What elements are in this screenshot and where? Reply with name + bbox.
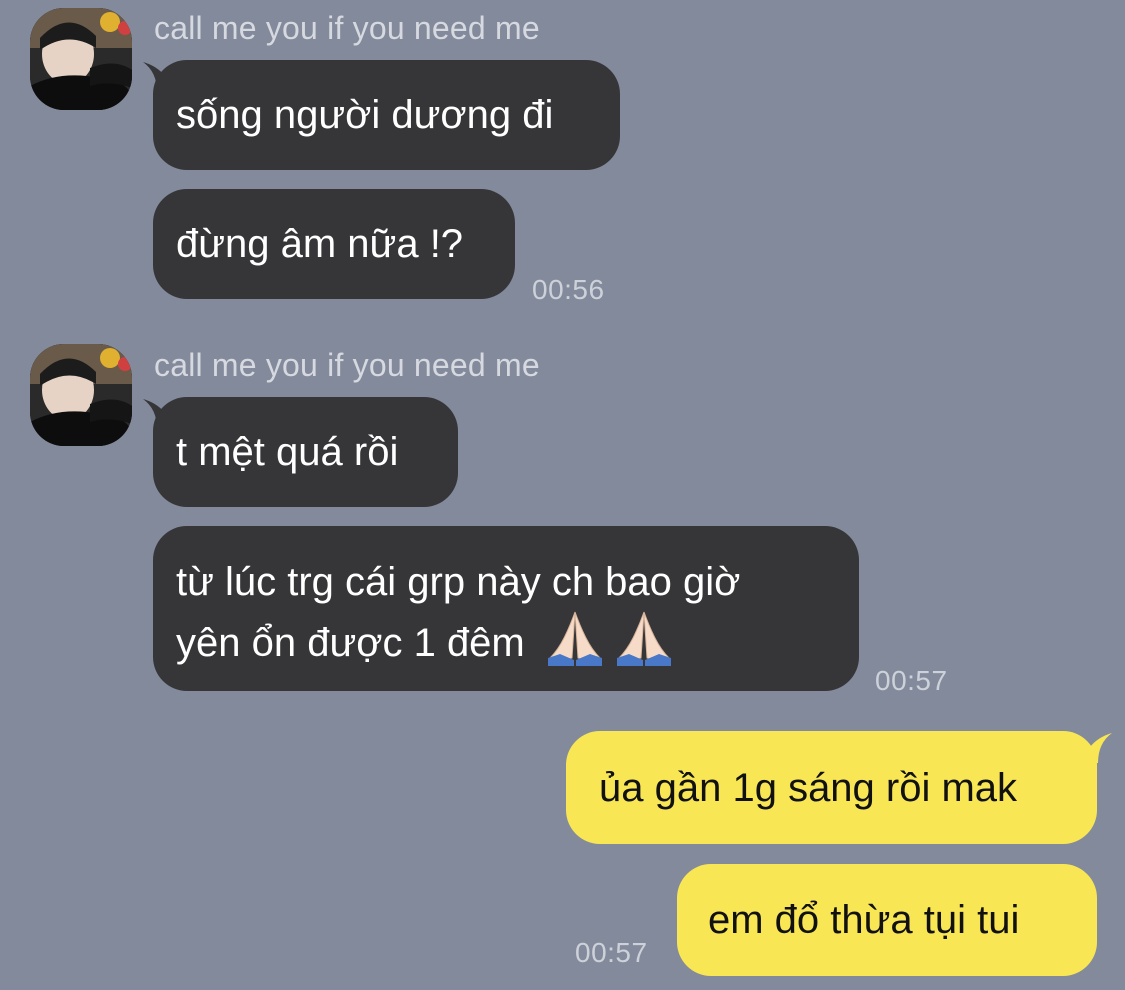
message-text: sống người dương đi — [176, 93, 554, 137]
message-text-line: yên ổn được 1 đêm — [176, 608, 836, 669]
message-bubble[interactable]: sống người dương đi — [153, 60, 620, 170]
avatar[interactable] — [30, 8, 132, 110]
message-text-line: từ lúc trg cái grp này ch bao giờ — [176, 560, 741, 604]
message-timestamp: 00:57 — [875, 665, 948, 696]
praying-hands-icon — [547, 611, 602, 666]
avatar-image — [30, 8, 132, 110]
message-text: em đổ thừa tụi tui — [708, 898, 1020, 942]
chat-screen: call me you if you need me sống người dư… — [0, 0, 1125, 990]
message-text: ủa gần 1g sáng rồi mak — [599, 766, 1018, 810]
message-text: đừng âm nữa !? — [176, 222, 464, 266]
message-bubble[interactable]: em đổ thừa tụi tui — [677, 864, 1097, 976]
message-bubble[interactable]: từ lúc trg cái grp này ch bao giờ yên ổn… — [153, 526, 859, 691]
sender-name: call me you if you need me — [154, 10, 540, 46]
sender-name: call me you if you need me — [154, 347, 540, 383]
praying-hands-icon — [617, 611, 671, 666]
avatar-image — [30, 344, 132, 446]
message-bubble[interactable]: t mệt quá rồi — [153, 397, 458, 507]
avatar[interactable] — [30, 344, 132, 446]
message-bubble[interactable]: đừng âm nữa !? — [153, 189, 515, 299]
message-timestamp: 00:57 — [575, 937, 648, 968]
message-text: yên ổn được 1 đêm — [176, 621, 525, 665]
message-text: t mệt quá rồi — [176, 430, 399, 474]
message-bubble[interactable]: ủa gần 1g sáng rồi mak — [566, 731, 1097, 844]
message-timestamp: 00:56 — [532, 274, 605, 305]
